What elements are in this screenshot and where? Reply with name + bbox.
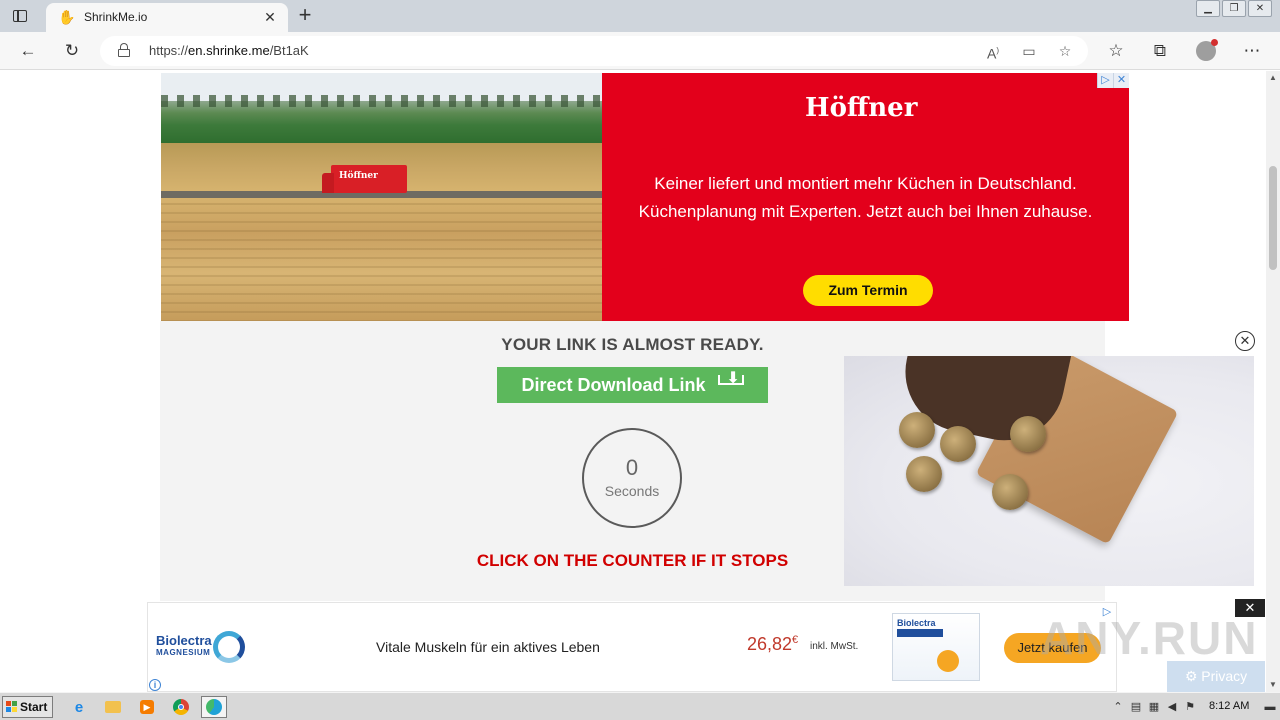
collections-button[interactable]: ⧉	[1148, 39, 1172, 63]
page-scrollbar[interactable]: ▲ ▼	[1266, 71, 1280, 692]
taskbar-chrome[interactable]	[168, 696, 194, 718]
circle-x-icon[interactable]: ✕	[1235, 331, 1255, 351]
profile-button[interactable]	[1194, 39, 1218, 63]
ad-photo-field-truck: Höffner	[161, 73, 602, 321]
counter-unit: Seconds	[604, 483, 660, 499]
chrome-icon	[173, 699, 189, 715]
coin	[1010, 416, 1046, 452]
start-button[interactable]: Start	[2, 696, 53, 718]
ad-tax-note: inkl. MwSt.	[810, 641, 859, 652]
ad-text-panel: Höffner Keiner liefert und montiert mehr…	[602, 73, 1129, 321]
tab-close-icon[interactable]: ✕	[262, 9, 278, 25]
hoeffner-logo: Höffner	[805, 93, 918, 123]
window-close-button[interactable]: ✕	[1248, 0, 1272, 17]
action-center-flag-icon[interactable]: ⚑	[1183, 700, 1197, 714]
refresh-button[interactable]: ↻	[60, 39, 84, 63]
info-icon[interactable]: i	[149, 679, 161, 691]
taskbar: Start e ▶ ⌃ ▤ ▦ ◀ ⚑ 8:12 AM ▬	[0, 692, 1280, 720]
clock[interactable]: 8:12 AM	[1209, 700, 1249, 712]
anyrun-watermark: ANY.RUN	[1040, 612, 1259, 664]
arrow-left-icon: ←	[19, 41, 37, 60]
address-bar[interactable]: https://en.shrinke.me/Bt1aK A) ▭ ☆	[100, 36, 1088, 66]
top-banner-ad[interactable]: Höffner Höffner Keiner liefert und monti…	[161, 73, 1129, 321]
back-button[interactable]: ←	[16, 39, 40, 63]
new-tab-button[interactable]: +	[294, 4, 316, 27]
more-dots-icon: ⋯	[1243, 41, 1261, 60]
ad-choices[interactable]: ▷ ✕	[1097, 73, 1129, 88]
avatar	[1196, 39, 1218, 61]
lock-icon	[118, 43, 130, 57]
product-pack-image: Biolectra	[892, 613, 980, 681]
read-aloud-icon[interactable]: A)	[984, 42, 1002, 62]
collections-icon: ⧉	[1153, 41, 1167, 60]
system-tray: ⌃ ▤ ▦ ◀ ⚑ 8:12 AM ▬	[1105, 693, 1280, 720]
minimize-button[interactable]: ▁	[1196, 0, 1220, 17]
ad-choices-icon[interactable]: ▷	[1097, 73, 1113, 88]
favorites-star-icon: ☆	[1108, 41, 1124, 60]
counter-hint: CLICK ON THE COUNTER IF IT STOPS	[476, 551, 789, 570]
tab-actions-button[interactable]	[10, 7, 30, 25]
network-icon[interactable]: ▦	[1147, 700, 1161, 714]
ad-slogan: Vitale Muskeln für ein aktives Leben	[376, 639, 600, 655]
browser-toolbar: ← ↻ https://en.shrinke.me/Bt1aK A) ▭ ☆ ☆…	[0, 32, 1280, 70]
show-desktop-icon[interactable]: ▬	[1263, 700, 1277, 714]
immersive-reader-icon[interactable]: ▭	[1020, 42, 1038, 60]
tab-bar: ✋ ShrinkMe.io ✕ + ▁ ❐ ✕	[0, 0, 1280, 32]
gear-icon: ⚙	[1184, 668, 1198, 684]
windows-flag-icon	[6, 701, 18, 713]
edge-icon	[206, 699, 222, 715]
url-text[interactable]: https://en.shrinke.me/Bt1aK	[149, 43, 309, 58]
download-button-label: Direct Download Link	[521, 374, 706, 395]
coin	[992, 474, 1028, 510]
volume-icon[interactable]: ◀	[1165, 700, 1179, 714]
window-controls: ▁ ❐ ✕	[1196, 0, 1272, 18]
coin	[940, 426, 976, 462]
taskbar-ie[interactable]: e	[66, 696, 92, 718]
media-player-icon: ▶	[140, 700, 154, 714]
taskbar-media-player[interactable]: ▶	[134, 696, 160, 718]
floating-video-ad[interactable]	[844, 356, 1254, 586]
counter-value: 0	[625, 455, 639, 480]
ad-line-1: Keiner liefert und montiert mehr Küchen …	[654, 174, 1077, 193]
scroll-down-icon[interactable]: ▼	[1266, 678, 1280, 692]
tab-actions-icon	[13, 10, 27, 22]
internet-explorer-icon: e	[74, 698, 84, 716]
page-viewport: Höffner Höffner Keiner liefert und monti…	[0, 71, 1266, 692]
download-icon: ⬇	[717, 371, 744, 395]
tab-shrinkme[interactable]: ✋ ShrinkMe.io ✕	[46, 3, 288, 32]
countdown-counter[interactable]: 0 Seconds	[582, 428, 682, 528]
biolectra-logo: Biolectra MAGNESIUM	[156, 631, 245, 663]
ad-price: 26,82€	[747, 634, 799, 654]
truck-image: Höffner	[322, 165, 407, 193]
taskbar-edge[interactable]	[201, 696, 227, 718]
page-heading: YOUR LINK IS ALMOST READY.	[501, 335, 764, 354]
ad-line-2: Küchenplanung mit Experten. Jetzt auch b…	[638, 202, 1093, 221]
zum-termin-button[interactable]: Zum Termin	[803, 275, 933, 306]
folder-icon	[105, 701, 121, 713]
restore-button[interactable]: ❐	[1222, 0, 1246, 17]
bottom-banner-ad[interactable]: Biolectra MAGNESIUM Vitale Muskeln für e…	[147, 602, 1117, 692]
taskbar-explorer[interactable]	[100, 696, 126, 718]
shrinkme-hand-icon: ✋	[58, 9, 76, 25]
scroll-up-icon[interactable]: ▲	[1266, 71, 1280, 85]
tray-expand-icon[interactable]: ⌃	[1111, 700, 1125, 714]
tab-title: ShrinkMe.io	[84, 10, 148, 24]
direct-download-button[interactable]: Direct Download Link ⬇	[497, 367, 768, 403]
refresh-icon: ↻	[64, 41, 80, 60]
privacy-badge[interactable]: ⚙ Privacy	[1167, 661, 1265, 692]
keyboard-icon[interactable]: ▤	[1129, 700, 1143, 714]
coin	[906, 456, 942, 492]
add-favorite-icon[interactable]: ☆	[1056, 42, 1074, 60]
ad-close-icon[interactable]: ✕	[1113, 73, 1129, 88]
coin	[899, 412, 935, 448]
scroll-thumb[interactable]	[1269, 166, 1277, 270]
settings-menu-button[interactable]: ⋯	[1240, 39, 1264, 63]
favorites-button[interactable]: ☆	[1104, 39, 1128, 63]
